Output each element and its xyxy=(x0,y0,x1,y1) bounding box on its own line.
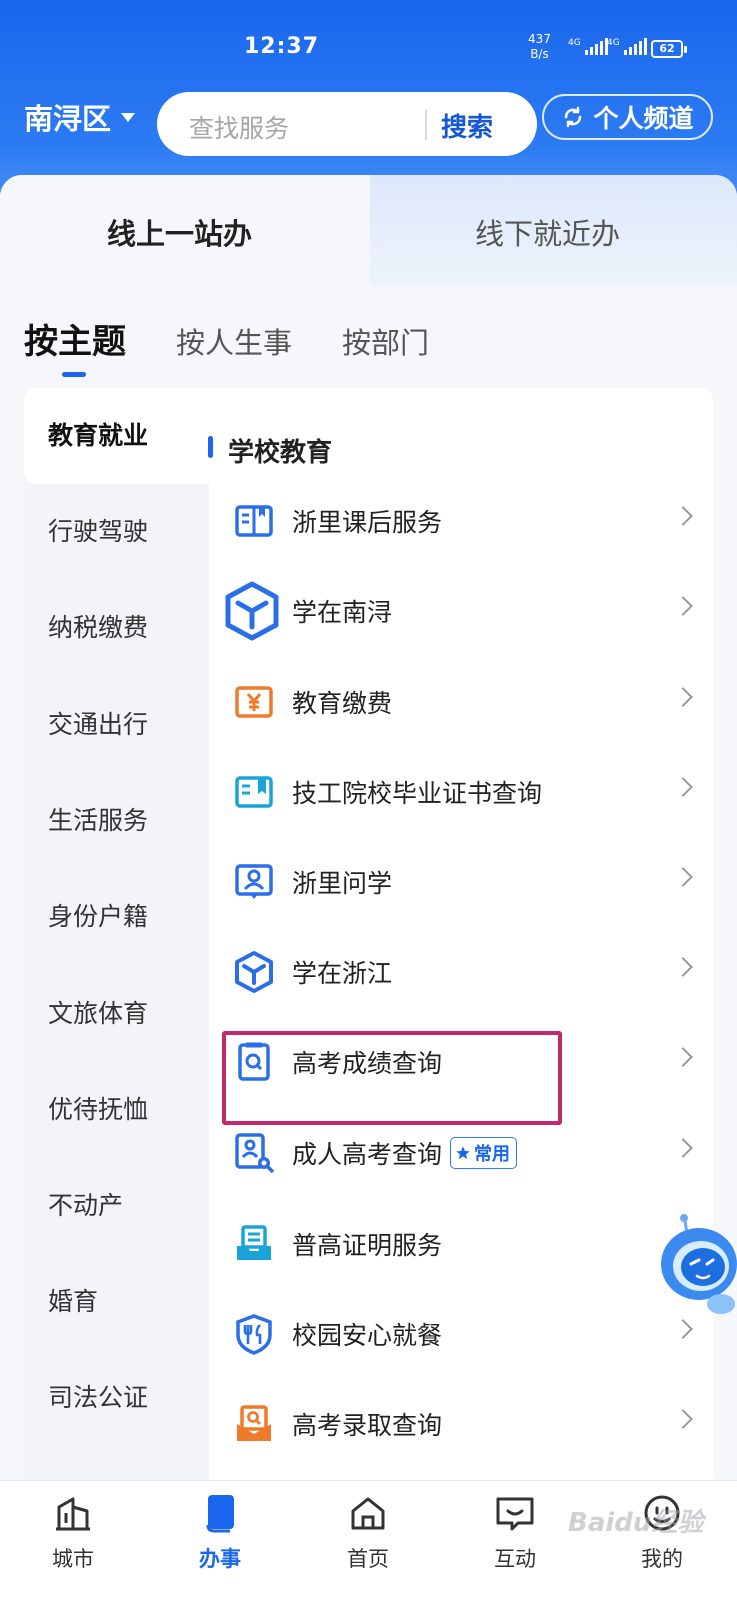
sidebar-item-driving[interactable]: 行驶驾驶 xyxy=(24,484,209,580)
sidebar-item-identity[interactable]: 身份户籍 xyxy=(24,869,209,965)
sidebar-item-veterans[interactable]: 优待抚恤 xyxy=(24,1062,209,1158)
envelope-search-icon xyxy=(232,1402,276,1446)
chevron-right-icon xyxy=(673,1409,693,1429)
nav-interact[interactable]: 互动 xyxy=(465,1487,565,1573)
service-row[interactable]: 技工院校毕业证书查询 xyxy=(232,762,702,822)
open-book-icon xyxy=(232,499,276,543)
service-row[interactable]: 普高证明服务 xyxy=(232,1214,702,1274)
sidebar-item-transport[interactable]: 交通出行 xyxy=(24,677,209,773)
battery-icon: 62 xyxy=(651,40,687,58)
service-row[interactable]: 浙里课后服务 xyxy=(232,491,702,551)
service-label: 成人高考查询 xyxy=(292,1140,443,1169)
cube-icon xyxy=(224,581,280,641)
tray-doc-icon xyxy=(232,1222,276,1266)
certificate-book-icon xyxy=(232,770,276,814)
services-book-icon xyxy=(170,1487,270,1539)
highlight-box xyxy=(222,1031,562,1125)
chevron-right-icon xyxy=(673,1138,693,1158)
service-label: 学在南浔 xyxy=(292,598,393,627)
caret-down-icon xyxy=(121,112,136,122)
network-speed: 437 B/s xyxy=(528,32,551,61)
yuan-book-icon xyxy=(232,680,276,724)
refresh-icon xyxy=(565,106,582,128)
nav-home[interactable]: 首页 xyxy=(318,1487,418,1573)
service-row[interactable]: 校园安心就餐 xyxy=(232,1304,702,1364)
service-label: 浙里课后服务 xyxy=(292,508,443,537)
personal-channel-button[interactable]: 个人频道 xyxy=(542,94,713,140)
chat-icon xyxy=(465,1487,565,1539)
nav-services[interactable]: 办事 xyxy=(170,1487,270,1573)
signal-icon: 4G xyxy=(568,38,608,55)
robot-icon xyxy=(661,1214,737,1314)
sidebar-item-culture[interactable]: 文旅体育 xyxy=(24,966,209,1062)
common-badge: 常用 xyxy=(450,1137,518,1169)
section-marker xyxy=(208,436,213,458)
chevron-right-icon xyxy=(673,1047,693,1067)
bottom-nav: 城市 办事 首页 互动 我的 xyxy=(0,1480,737,1600)
search-button[interactable]: 搜索 xyxy=(441,107,493,144)
chevron-right-icon xyxy=(673,867,693,887)
category-tabs: 按主题 按人生事 按部门 xyxy=(24,314,429,377)
sidebar-item-property[interactable]: 不动产 xyxy=(24,1158,209,1254)
service-label: 校园安心就餐 xyxy=(292,1321,443,1350)
chevron-right-icon xyxy=(673,957,693,977)
service-label: 学在浙江 xyxy=(292,959,393,988)
search-divider xyxy=(425,110,427,140)
baidu-watermark: Baidu经验 xyxy=(568,1508,704,1538)
service-row[interactable]: 浙里问学 xyxy=(232,852,702,912)
service-label: 技工院校毕业证书查询 xyxy=(292,779,543,808)
nav-interact-label: 互动 xyxy=(494,1547,536,1571)
service-label: 高考录取查询 xyxy=(292,1411,443,1440)
service-label: 浙里问学 xyxy=(292,869,393,898)
service-row[interactable]: 学在浙江 xyxy=(232,942,702,1002)
assistant-robot-button[interactable] xyxy=(655,1212,737,1322)
nav-home-label: 首页 xyxy=(347,1547,389,1571)
search-input[interactable]: 查找服务 xyxy=(189,109,289,145)
sidebar-item-marriage[interactable]: 婚育 xyxy=(24,1254,209,1350)
chevron-right-icon xyxy=(673,1319,693,1339)
personal-channel-label: 个人频道 xyxy=(593,104,694,133)
sidebar-item-justice[interactable]: 司法公证 xyxy=(24,1350,209,1446)
service-row[interactable]: 教育缴费 xyxy=(232,672,702,732)
chevron-right-icon xyxy=(673,596,693,616)
nav-city[interactable]: 城市 xyxy=(23,1487,123,1573)
nav-mine-label: 我的 xyxy=(641,1547,683,1571)
city-building-icon xyxy=(23,1487,123,1539)
chevron-right-icon xyxy=(673,777,693,797)
region-label: 南浔区 xyxy=(24,102,112,136)
service-label: 普高证明服务 xyxy=(292,1231,443,1260)
status-bar: 12:37 437 B/s 4G 4G 62 xyxy=(0,0,737,90)
section-title: 学校教育 xyxy=(228,438,333,468)
sidebar-item-life[interactable]: 生活服务 xyxy=(24,773,209,869)
home-icon xyxy=(318,1487,418,1539)
shield-fork-icon xyxy=(232,1312,276,1356)
service-row[interactable]: 高考录取查询 xyxy=(232,1394,702,1454)
cube-icon xyxy=(232,950,276,994)
nav-city-label: 城市 xyxy=(52,1547,94,1571)
person-board-icon xyxy=(232,860,276,904)
clock: 12:37 xyxy=(244,34,320,59)
tab-online-label[interactable]: 线上一站办 xyxy=(107,211,252,253)
signal-icon: 4G xyxy=(607,38,647,55)
tab-by-theme[interactable]: 按主题 xyxy=(24,314,126,377)
person-search-icon xyxy=(232,1131,276,1175)
star-icon xyxy=(456,1146,470,1159)
region-selector[interactable]: 南浔区 xyxy=(24,96,136,138)
service-row[interactable]: 成人高考查询 常用 xyxy=(232,1123,702,1183)
nav-services-label: 办事 xyxy=(199,1547,241,1571)
service-row[interactable]: 学在南浔 xyxy=(225,581,702,641)
chevron-right-icon xyxy=(673,687,693,707)
sidebar-item-tax[interactable]: 纳税缴费 xyxy=(24,580,209,676)
sidebar-item-education[interactable]: 教育就业 xyxy=(24,388,209,484)
tab-offline-label[interactable]: 线下就近办 xyxy=(475,211,620,253)
tab-by-life-event[interactable]: 按人生事 xyxy=(176,320,292,362)
tab-by-department[interactable]: 按部门 xyxy=(342,320,429,362)
search-bar[interactable]: 查找服务 搜索 xyxy=(157,92,537,156)
chevron-right-icon xyxy=(673,506,693,526)
theme-sidebar: 教育就业 行驶驾驶 纳税缴费 交通出行 生活服务 身份户籍 文旅体育 优待抚恤 … xyxy=(24,388,209,1488)
service-label: 教育缴费 xyxy=(292,689,393,718)
